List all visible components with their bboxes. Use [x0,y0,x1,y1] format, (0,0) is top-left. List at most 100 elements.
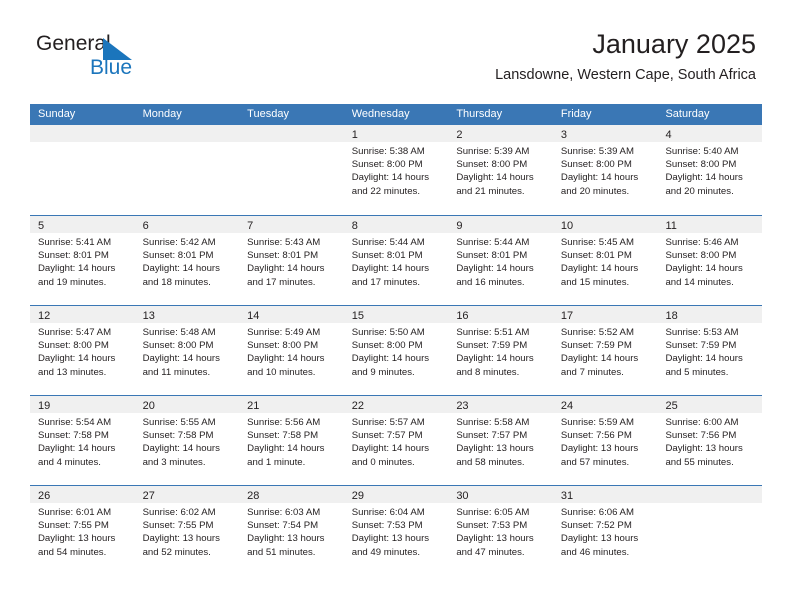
calendar-week-row: 12 Sunrise: 5:47 AM Sunset: 8:00 PM Dayligh… [30,305,763,395]
day-number-band: 5 [30,216,135,233]
day-detail-line: and 7 minutes. [560,366,624,378]
calendar-day-cell[interactable]: 27 Sunrise: 6:02 AM Sunset: 7:55 PM Dayligh… [134,486,240,575]
calendar-day-cell[interactable]: 7 Sunrise: 5:43 AM Sunset: 8:01 PM Daylight… [239,216,344,305]
day-detail-line: and 11 minutes. [142,366,211,378]
day-detail-line: Daylight: 13 hours [456,443,534,455]
calendar-day-cell[interactable]: 23 Sunrise: 5:58 AM Sunset: 7:57 PM Dayligh… [448,396,553,485]
day-number-band: 19 [30,396,135,413]
calendar-day-cell[interactable]: 13 Sunrise: 5:48 AM Sunset: 8:00 PM Dayligh… [134,306,240,395]
calendar-day-cell[interactable]: 5 Sunrise: 5:41 AM Sunset: 8:01 PM Daylight… [30,216,135,305]
calendar-day-cell[interactable]: 3 Sunrise: 5:39 AM Sunset: 8:00 PM Daylight… [552,125,658,215]
day-detail-line: Sunrise: 5:58 AM [456,417,530,428]
day-number-band: 1 [343,125,449,142]
day-detail-line: Daylight: 14 hours [351,443,430,455]
day-number: 20 [142,400,155,412]
day-number-band: 4 [657,125,763,142]
day-detail-line: Sunrise: 5:41 AM [38,237,112,248]
calendar-empty-cell [239,125,344,215]
calendar-day-cell[interactable]: 12 Sunrise: 5:47 AM Sunset: 8:00 PM Dayligh… [30,306,135,395]
day-number: 22 [351,400,364,412]
calendar-day-cell[interactable]: 26 Sunrise: 6:01 AM Sunset: 7:55 PM Dayligh… [30,486,135,575]
calendar-empty-cell [657,486,763,575]
day-detail-line: Sunrise: 5:52 AM [560,327,634,338]
calendar-day-cell[interactable]: 25 Sunrise: 6:00 AM Sunset: 7:56 PM Dayligh… [657,396,763,485]
day-detail-line: Sunrise: 5:40 AM [665,146,739,157]
calendar-day-cell[interactable]: 31 Sunrise: 6:06 AM Sunset: 7:52 PM Dayligh… [552,486,658,575]
day-details: Sunrise: 5:58 AM Sunset: 7:57 PM Daylight:… [448,413,553,469]
day-detail-line: Sunrise: 5:48 AM [142,327,216,338]
day-number: 17 [560,310,574,322]
day-number: 10 [560,220,574,232]
calendar-day-cell[interactable]: 16 Sunrise: 5:51 AM Sunset: 7:59 PM Dayligh… [448,306,553,395]
day-detail-line: Daylight: 13 hours [560,533,639,545]
day-number: 5 [38,220,45,232]
day-details: Sunrise: 5:53 AM Sunset: 7:59 PM Daylight:… [657,323,762,379]
calendar-day-cell[interactable]: 1 Sunrise: 5:38 AM Sunset: 8:00 PM Daylight… [343,125,449,215]
calendar-day-cell[interactable]: 30 Sunrise: 6:05 AM Sunset: 7:53 PM Dayligh… [448,486,553,575]
calendar-day-cell[interactable]: 17 Sunrise: 5:52 AM Sunset: 7:59 PM Dayligh… [552,306,658,395]
day-details: Sunrise: 5:44 AM Sunset: 8:01 PM Daylight:… [344,233,449,289]
calendar-day-cell[interactable]: 28 Sunrise: 6:03 AM Sunset: 7:54 PM Dayligh… [239,486,344,575]
brand-logo[interactable]: General Blue [36,33,266,83]
day-details [30,142,135,145]
day-detail-line: Daylight: 14 hours [351,353,430,365]
calendar-day-cell[interactable]: 29 Sunrise: 6:04 AM Sunset: 7:53 PM Dayligh… [343,486,449,575]
day-detail-line: Daylight: 14 hours [247,353,325,365]
calendar-day-cell[interactable]: 20 Sunrise: 5:55 AM Sunset: 7:58 PM Dayligh… [134,396,240,485]
day-detail-line: Sunrise: 6:05 AM [456,507,530,518]
calendar-day-cell[interactable]: 11 Sunrise: 5:46 AM Sunset: 8:00 PM Dayligh… [657,216,763,305]
day-detail-line: and 16 minutes. [456,276,525,288]
day-detail-line: Daylight: 13 hours [665,443,743,455]
calendar-day-cell[interactable]: 14 Sunrise: 5:49 AM Sunset: 8:00 PM Dayligh… [239,306,344,395]
calendar-day-cell[interactable]: 9 Sunrise: 5:44 AM Sunset: 8:01 PM Daylight… [448,216,553,305]
calendar-day-cell[interactable]: 24 Sunrise: 5:59 AM Sunset: 7:56 PM Dayligh… [552,396,658,485]
day-detail-line: Sunrise: 6:00 AM [665,417,739,428]
day-details: Sunrise: 5:56 AM Sunset: 7:58 PM Daylight:… [239,413,344,469]
day-number: 30 [456,490,469,502]
brand-name-general: General [36,32,111,55]
day-number: 25 [665,400,678,412]
day-details: Sunrise: 5:50 AM Sunset: 8:00 PM Daylight:… [344,323,449,379]
day-detail-line: and 49 minutes. [351,546,421,558]
calendar-day-cell[interactable]: 15 Sunrise: 5:50 AM Sunset: 8:00 PM Dayligh… [343,306,449,395]
day-detail-line: and 5 minutes. [665,366,729,378]
day-detail-line: and 17 minutes. [351,276,421,288]
day-number: 27 [142,490,155,502]
day-number-band [30,125,135,142]
day-detail-line: Sunset: 7:52 PM [560,520,632,532]
day-detail-line: and 22 minutes. [351,185,421,197]
calendar-day-cell[interactable]: 6 Sunrise: 5:42 AM Sunset: 8:01 PM Daylight… [134,216,240,305]
day-details: Sunrise: 6:03 AM Sunset: 7:54 PM Daylight:… [239,503,344,559]
day-detail-line: Sunset: 7:59 PM [456,340,528,352]
day-number-band: 15 [343,306,449,323]
day-detail-line: Sunset: 8:01 PM [247,250,319,262]
day-detail-line: and 1 minute. [247,456,306,468]
calendar-day-cell[interactable]: 4 Sunrise: 5:40 AM Sunset: 8:00 PM Daylight… [657,125,763,215]
day-detail-line: Sunset: 7:59 PM [665,340,737,352]
day-detail-line: Daylight: 13 hours [142,533,220,545]
calendar-day-cell[interactable]: 8 Sunrise: 5:44 AM Sunset: 8:01 PM Daylight… [343,216,449,305]
day-number-band: 6 [134,216,240,233]
day-detail-line: Sunrise: 5:51 AM [456,327,530,338]
day-detail-line: Sunrise: 5:55 AM [142,417,216,428]
day-details: Sunrise: 5:45 AM Sunset: 8:01 PM Daylight:… [553,233,658,289]
calendar-day-cell[interactable]: 22 Sunrise: 5:57 AM Sunset: 7:57 PM Dayligh… [343,396,449,485]
calendar-day-cell[interactable]: 19 Sunrise: 5:54 AM Sunset: 7:58 PM Dayligh… [30,396,135,485]
day-number: 12 [38,310,51,322]
day-detail-line: Sunset: 8:01 PM [560,250,632,262]
day-detail-line: Sunset: 8:00 PM [560,159,632,171]
day-number-band: 31 [552,486,658,503]
calendar-day-cell[interactable]: 18 Sunrise: 5:53 AM Sunset: 7:59 PM Dayligh… [657,306,763,395]
day-detail-line: Sunset: 8:00 PM [247,340,319,352]
calendar-day-cell[interactable]: 10 Sunrise: 5:45 AM Sunset: 8:01 PM Dayligh… [552,216,658,305]
day-number-band: 30 [448,486,553,503]
day-number: 9 [456,220,463,232]
calendar-week-row: 19 Sunrise: 5:54 AM Sunset: 7:58 PM Dayligh… [30,395,763,485]
weekday-header-sunday: Sunday [38,108,76,120]
day-number: 1 [351,129,358,141]
day-details: Sunrise: 5:54 AM Sunset: 7:58 PM Daylight:… [30,413,135,469]
calendar-day-cell[interactable]: 21 Sunrise: 5:56 AM Sunset: 7:58 PM Dayligh… [239,396,344,485]
day-detail-line: Daylight: 14 hours [456,172,534,184]
calendar-day-cell[interactable]: 2 Sunrise: 5:39 AM Sunset: 8:00 PM Daylight… [448,125,553,215]
day-detail-line: Daylight: 14 hours [560,172,639,184]
